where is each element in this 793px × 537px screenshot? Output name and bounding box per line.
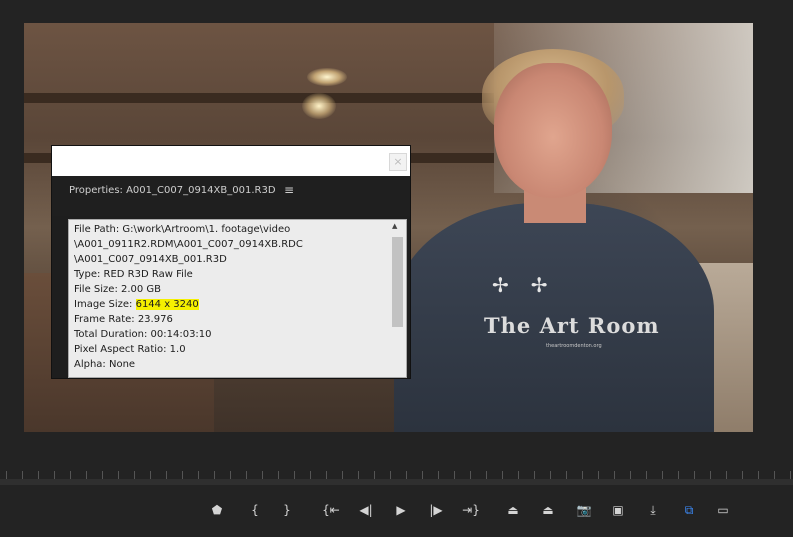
insert-button[interactable]: ⤓ [642, 500, 664, 520]
background-lamp [302, 93, 336, 119]
property-line: Pixel Aspect Ratio: 1.0 [74, 344, 186, 355]
settings-button[interactable]: ▭ [712, 500, 734, 520]
ruler-tick [438, 471, 439, 479]
person-face [494, 63, 612, 198]
ruler-tick [374, 471, 375, 479]
ruler-tick [342, 471, 343, 479]
ruler-tick [694, 471, 695, 479]
ruler-tick [262, 471, 263, 479]
play-button[interactable]: ▶ [390, 500, 412, 520]
shirt-bird-graphic: ✢✢ [492, 273, 570, 297]
zoom-scroll-bar[interactable] [0, 479, 793, 485]
property-line: Type: RED R3D Raw File [74, 269, 193, 280]
panel-menu-icon[interactable]: ≡ [284, 183, 294, 197]
shirt-print-text: The Art Room [484, 313, 660, 338]
ruler-tick [678, 471, 679, 479]
property-line-image-size: Image Size: 6144 x 3240 [74, 297, 384, 312]
ruler-tick [598, 471, 599, 479]
background-lamp [307, 68, 347, 86]
shirt-print-subtext: theartroomdenton.org [546, 343, 602, 349]
ruler-tick [22, 471, 23, 479]
close-icon[interactable]: × [389, 153, 407, 171]
properties-dialog: × Properties: A001_C007_0914XB_001.R3D ≡… [52, 146, 410, 378]
step-back-button[interactable]: ◀| [355, 500, 377, 520]
ruler-tick [710, 471, 711, 479]
ruler-tick [246, 471, 247, 479]
image-size-value-highlighted: 6144 x 3240 [135, 299, 199, 310]
ruler-tick [486, 471, 487, 479]
ruler-tick [118, 471, 119, 479]
ruler-tick [630, 471, 631, 479]
properties-text-area[interactable]: File Path: G:\work\Artroom\1. footage\vi… [68, 219, 407, 378]
vertical-scrollbar[interactable]: ▲ [389, 222, 405, 374]
ruler-tick [6, 471, 7, 479]
step-forward-button[interactable]: |▶ [425, 500, 447, 520]
property-line: \A001_C007_0914XB_001.R3D [74, 254, 227, 265]
dialog-titlebar[interactable] [52, 146, 410, 176]
ruler-tick [102, 471, 103, 479]
mark-in-button[interactable]: { [244, 500, 266, 520]
proxy-toggle-button[interactable]: ⧉ [678, 500, 700, 520]
ruler-tick [70, 471, 71, 479]
ruler-tick [614, 471, 615, 479]
comparison-view-button[interactable]: ▣ [607, 500, 629, 520]
ruler-tick [134, 471, 135, 479]
ruler-tick [470, 471, 471, 479]
property-line: Alpha: None [74, 359, 136, 370]
ruler-tick [54, 471, 55, 479]
ruler-tick [662, 471, 663, 479]
ruler-tick [790, 471, 791, 479]
image-size-label: Image Size: [74, 299, 136, 310]
ruler-tick [166, 471, 167, 479]
time-ruler[interactable] [0, 463, 793, 485]
ruler-tick [390, 471, 391, 479]
ruler-tick [150, 471, 151, 479]
ruler-tick [758, 471, 759, 479]
mark-out-button[interactable]: } [276, 500, 298, 520]
ruler-tick [550, 471, 551, 479]
ruler-tick [726, 471, 727, 479]
dialog-title: Properties: A001_C007_0914XB_001.R3D [69, 185, 276, 196]
property-line: Frame Rate: 23.976 [74, 314, 173, 325]
ruler-tick [310, 471, 311, 479]
ruler-tick [326, 471, 327, 479]
property-line: \A001_0911R2.RDM\A001_C007_0914XB.RDC [74, 239, 303, 250]
ruler-tick [294, 471, 295, 479]
property-line: File Size: 2.00 GB [74, 284, 162, 295]
ruler-tick [518, 471, 519, 479]
ruler-tick [38, 471, 39, 479]
go-to-in-button[interactable]: {⇤ [320, 500, 342, 520]
ruler-tick [646, 471, 647, 479]
ruler-tick [86, 471, 87, 479]
ruler-tick [198, 471, 199, 479]
ruler-tick [534, 471, 535, 479]
ruler-tick [182, 471, 183, 479]
add-marker-button[interactable]: ⬟ [206, 500, 228, 520]
ruler-tick [454, 471, 455, 479]
ruler-tick [422, 471, 423, 479]
ruler-tick [406, 471, 407, 479]
properties-lines: File Path: G:\work\Artroom\1. footage\vi… [74, 222, 384, 372]
dialog-header [52, 176, 410, 216]
background-shelf [24, 93, 494, 103]
export-frame-button[interactable]: 📷 [573, 500, 595, 520]
property-line: File Path: G:\work\Artroom\1. footage\vi… [74, 224, 291, 235]
lift-button[interactable]: ⏏ [502, 500, 524, 520]
scroll-thumb[interactable] [392, 237, 403, 327]
ruler-tick [774, 471, 775, 479]
ruler-tick [278, 471, 279, 479]
ruler-tick [502, 471, 503, 479]
property-line: Total Duration: 00:14:03:10 [74, 329, 212, 340]
ruler-tick [582, 471, 583, 479]
ruler-tick [214, 471, 215, 479]
transport-controls: ⬟ {} {⇤ ◀| ▶ |▶ ⇥} ⏏ ⏏ 📷 ▣ ⤓ ⧉ ▭ [0, 492, 793, 537]
ruler-tick [566, 471, 567, 479]
ruler-tick [742, 471, 743, 479]
scroll-up-arrow-icon[interactable]: ▲ [392, 222, 397, 230]
go-to-out-button[interactable]: ⇥} [460, 500, 482, 520]
extract-button[interactable]: ⏏ [537, 500, 559, 520]
ruler-tick [230, 471, 231, 479]
ruler-tick [358, 471, 359, 479]
